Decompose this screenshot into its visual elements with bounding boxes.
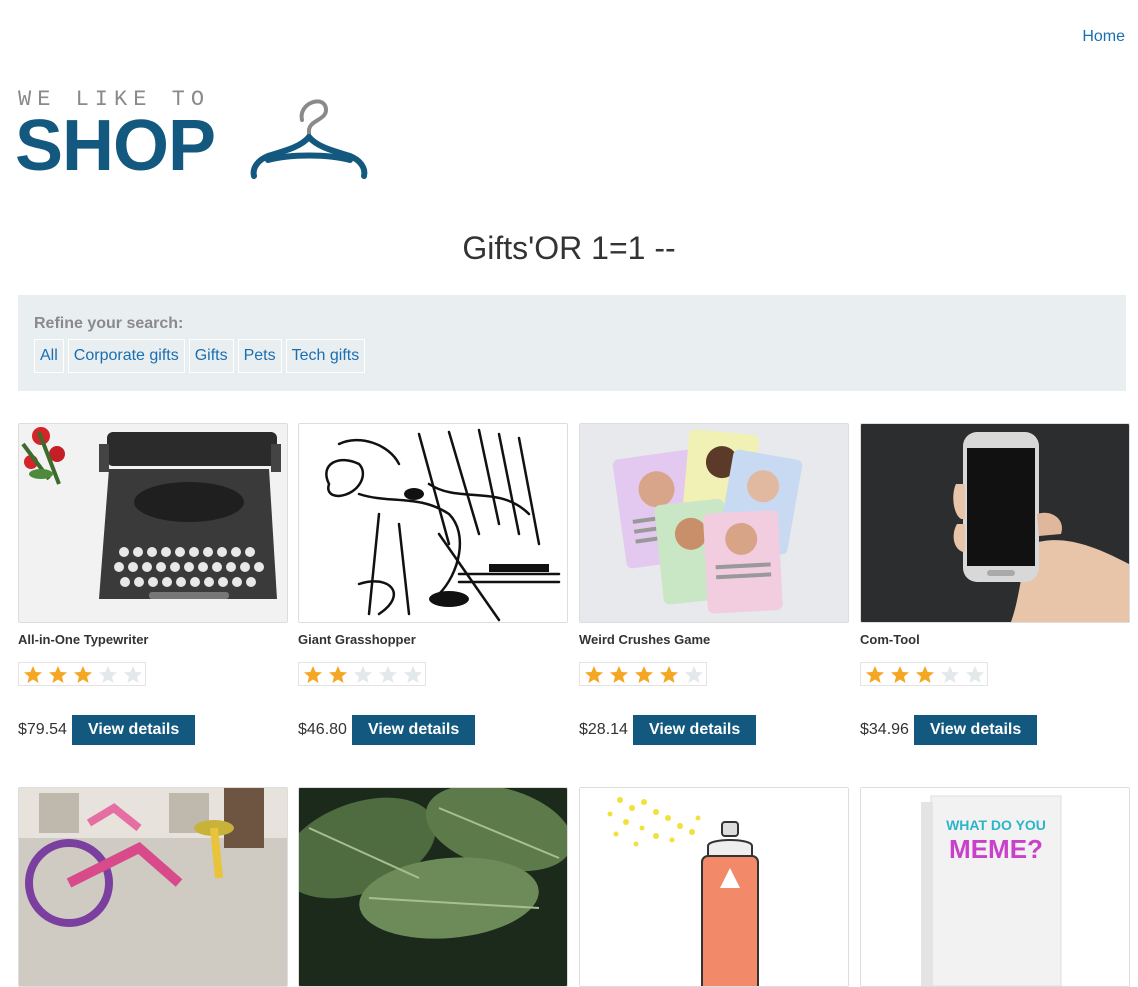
box-text-bottom: MEME? (949, 834, 1043, 864)
category-filters: All Corporate gifts Gifts Pets Tech gift… (34, 339, 366, 373)
product-card: Weird Crushes Game $28.14 View details (579, 423, 849, 745)
star-empty-icon (350, 664, 375, 684)
star-filled-icon (20, 664, 45, 684)
product-image[interactable] (579, 423, 849, 623)
product-card (579, 787, 849, 987)
product-card (18, 787, 288, 987)
product-name: All-in-One Typewriter (18, 632, 149, 647)
star-filled-icon (581, 664, 606, 684)
view-details-button[interactable]: View details (913, 714, 1038, 745)
product-name: Giant Grasshopper (298, 632, 416, 647)
product-price: $34.96 (860, 720, 909, 738)
spray-can-image (580, 788, 848, 986)
product-image[interactable] (860, 423, 1130, 623)
logo-wordmark: SHOP (15, 106, 216, 186)
filter-corporate-gifts[interactable]: Corporate gifts (67, 339, 185, 373)
product-image[interactable]: WHAT DO YOU MEME? (860, 787, 1130, 987)
filter-gifts[interactable]: Gifts (188, 339, 234, 373)
top-nav: Home (1082, 28, 1125, 46)
star-filled-icon (631, 664, 656, 684)
view-details-button[interactable]: View details (71, 714, 196, 745)
refine-search-panel: Refine your search: All Corporate gifts … (18, 295, 1126, 391)
typewriter-image (19, 424, 287, 622)
what-do-you-meme-box-image: WHAT DO YOU MEME? (861, 788, 1129, 986)
product-image[interactable] (298, 787, 568, 987)
star-empty-icon (120, 664, 145, 684)
view-details-button[interactable]: View details (632, 714, 757, 745)
box-text-top: WHAT DO YOU (946, 817, 1046, 833)
star-filled-icon (606, 664, 631, 684)
product-image[interactable] (298, 423, 568, 623)
product-card: All-in-One Typewriter $79.54 View detail… (18, 423, 288, 745)
product-card: WHAT DO YOU MEME? (860, 787, 1130, 987)
product-card: Giant Grasshopper $46.80 View details (298, 423, 568, 745)
view-details-button[interactable]: View details (351, 714, 476, 745)
star-filled-icon (887, 664, 912, 684)
star-filled-icon (862, 664, 887, 684)
home-link[interactable]: Home (1082, 28, 1125, 45)
rating-stars (18, 662, 146, 686)
filter-all[interactable]: All (34, 339, 64, 373)
star-filled-icon (656, 664, 681, 684)
product-card (298, 787, 568, 987)
product-name: Com-Tool (860, 632, 920, 647)
rating-stars (579, 662, 707, 686)
refine-label: Refine your search: (34, 315, 184, 332)
rating-stars (298, 662, 426, 686)
star-empty-icon (681, 664, 706, 684)
product-card: Com-Tool $34.96 View details (860, 423, 1130, 745)
star-empty-icon (962, 664, 987, 684)
knitted-bicycle-image (19, 788, 287, 986)
leaves-image (299, 788, 567, 986)
hanger-icon (250, 99, 368, 179)
product-image[interactable] (18, 423, 288, 623)
rating-stars (860, 662, 988, 686)
star-empty-icon (95, 664, 120, 684)
star-empty-icon (937, 664, 962, 684)
star-filled-icon (45, 664, 70, 684)
site-logo[interactable]: WE LIKE TO SHOP (15, 88, 378, 186)
star-filled-icon (70, 664, 95, 684)
star-empty-icon (375, 664, 400, 684)
filter-pets[interactable]: Pets (237, 339, 282, 373)
star-filled-icon (325, 664, 350, 684)
search-results-title: Gifts'OR 1=1 -- (462, 230, 676, 266)
smartphone-hand-image (861, 424, 1129, 622)
product-name: Weird Crushes Game (579, 632, 711, 647)
star-filled-icon (300, 664, 325, 684)
filter-tech-gifts[interactable]: Tech gifts (285, 339, 366, 373)
star-empty-icon (400, 664, 425, 684)
crush-cards-image (580, 424, 848, 622)
product-image[interactable] (579, 787, 849, 987)
product-image[interactable] (18, 787, 288, 987)
product-price: $79.54 (18, 720, 67, 738)
product-price: $46.80 (298, 720, 347, 738)
grasshopper-sketch-image (299, 424, 567, 622)
product-price: $28.14 (579, 720, 628, 738)
star-filled-icon (912, 664, 937, 684)
